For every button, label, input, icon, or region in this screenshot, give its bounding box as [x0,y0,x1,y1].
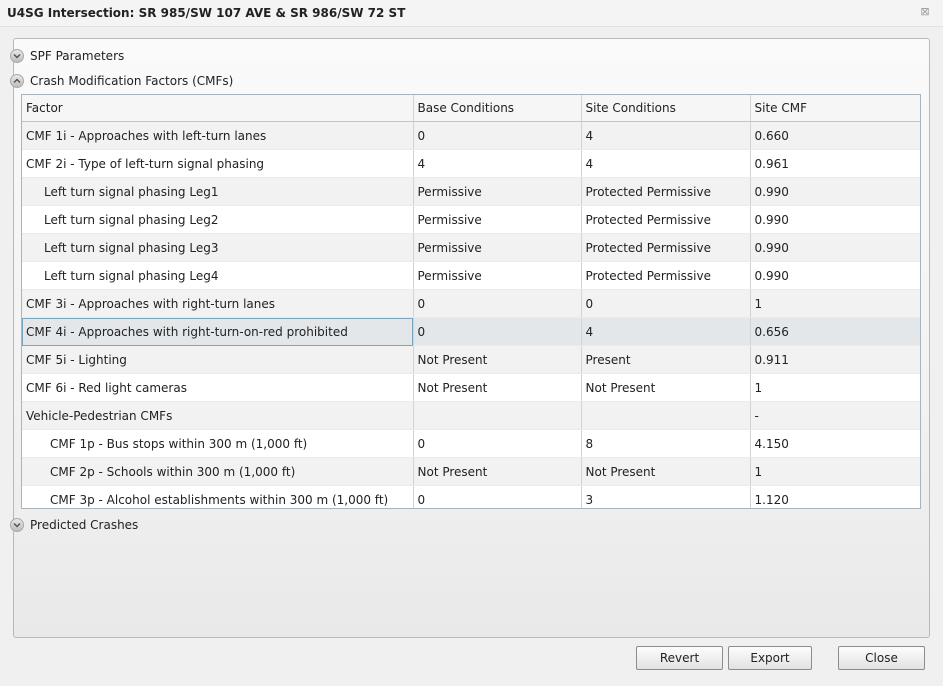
table-row[interactable]: CMF 2i - Type of left-turn signal phasin… [22,149,920,178]
cell-site-cmf[interactable]: 1 [750,457,920,486]
cell-base-conditions[interactable]: 0 [413,289,582,318]
table-row[interactable]: Left turn signal phasing Leg1 Permissive P… [22,177,920,206]
chevron-down-icon [10,518,24,532]
cell-base-conditions[interactable]: Not Present [413,345,582,374]
cell-site-conditions[interactable]: Protected Permissive [581,205,751,234]
cell-factor[interactable]: CMF 2i - Type of left-turn signal phasin… [22,149,414,178]
cell-base-conditions[interactable]: 0 [413,121,582,150]
cell-factor[interactable]: Left turn signal phasing Leg4 [22,261,414,290]
cell-site-cmf[interactable]: 0.911 [750,345,920,374]
table-row[interactable]: Left turn signal phasing Leg3 Permissive P… [22,233,920,262]
cell-factor[interactable]: Left turn signal phasing Leg2 [22,205,414,234]
cell-factor[interactable]: Vehicle-Pedestrian CMFs [22,401,414,430]
cell-factor[interactable]: CMF 3i - Approaches with right-turn lane… [22,289,414,318]
cell-site-cmf[interactable]: 0.656 [750,317,920,346]
cell-factor[interactable]: CMF 4i - Approaches with right-turn-on-r… [22,317,414,346]
cell-site-cmf[interactable]: 0.990 [750,177,920,206]
cell-base-conditions[interactable]: Permissive [413,233,582,262]
cell-site-cmf[interactable]: - [750,401,920,430]
table-row[interactable]: CMF 1i - Approaches with left-turn lanes… [22,121,920,150]
cell-site-conditions[interactable]: Present [581,345,751,374]
cell-site-conditions[interactable]: 4 [581,149,751,178]
section-spf-parameters[interactable]: SPF Parameters [10,46,124,66]
section-label: SPF Parameters [30,49,125,63]
cell-site-conditions[interactable]: 8 [581,429,751,458]
cell-site-conditions[interactable]: Not Present [581,373,751,402]
cell-site-conditions[interactable]: Protected Permissive [581,233,751,262]
chevron-up-icon [10,74,24,88]
table-row[interactable]: CMF 3i - Approaches with right-turn lane… [22,289,920,318]
cmf-table[interactable]: Factor Base Conditions Site Conditions S… [21,94,921,509]
table-row[interactable]: Left turn signal phasing Leg2 Permissive P… [22,205,920,234]
table-row[interactable]: CMF 1p - Bus stops within 300 m (1,000 f… [22,429,920,458]
cell-site-cmf[interactable]: 0.990 [750,205,920,234]
cell-factor[interactable]: Left turn signal phasing Leg3 [22,233,414,262]
cell-base-conditions[interactable]: Permissive [413,261,582,290]
cell-base-conditions[interactable]: 0 [413,429,582,458]
cell-site-cmf[interactable]: 0.990 [750,233,920,262]
cell-site-conditions[interactable]: 0 [581,289,751,318]
cell-site-conditions[interactable]: Protected Permissive [581,261,751,290]
cell-site-cmf[interactable]: 1.120 [750,485,920,508]
cell-site-conditions[interactable] [581,401,751,430]
table-row[interactable]: CMF 4i - Approaches with right-turn-on-r… [22,317,920,346]
column-header-factor[interactable]: Factor [22,95,414,122]
cell-base-conditions[interactable]: Permissive [413,177,582,206]
cell-factor[interactable]: CMF 1p - Bus stops within 300 m (1,000 f… [22,429,414,458]
section-predicted-crashes[interactable]: Predicted Crashes [10,515,138,535]
table-row[interactable]: CMF 6i - Red light cameras Not Present Not… [22,373,920,402]
section-label: Crash Modification Factors (CMFs) [30,74,234,88]
column-header-base-conditions[interactable]: Base Conditions [413,95,582,122]
cell-factor[interactable]: CMF 1i - Approaches with left-turn lanes [22,121,414,150]
cell-base-conditions[interactable]: 4 [413,149,582,178]
revert-button[interactable]: Revert [636,646,723,670]
cell-base-conditions[interactable]: Not Present [413,457,582,486]
table-row[interactable]: CMF 2p - Schools within 300 m (1,000 ft)… [22,457,920,486]
cell-site-cmf[interactable]: 0.961 [750,149,920,178]
column-header-site-conditions[interactable]: Site Conditions [581,95,751,122]
cell-factor[interactable]: CMF 2p - Schools within 300 m (1,000 ft) [22,457,414,486]
chevron-down-icon [10,49,24,63]
cell-factor[interactable]: CMF 5i - Lighting [22,345,414,374]
cell-base-conditions[interactable] [413,401,582,430]
cell-site-conditions[interactable]: Not Present [581,457,751,486]
close-button[interactable]: Close [838,646,925,670]
cell-base-conditions[interactable]: Permissive [413,205,582,234]
cell-site-conditions[interactable]: 3 [581,485,751,508]
cell-site-cmf[interactable]: 0.660 [750,121,920,150]
cell-base-conditions[interactable]: Not Present [413,373,582,402]
cell-site-cmf[interactable]: 1 [750,289,920,318]
table-header-row: Factor Base Conditions Site Conditions S… [22,95,920,122]
cell-factor[interactable]: CMF 3p - Alcohol establishments within 3… [22,485,414,508]
cell-site-conditions[interactable]: 4 [581,317,751,346]
column-header-site-cmf[interactable]: Site CMF [750,95,920,122]
cell-site-conditions[interactable]: Protected Permissive [581,177,751,206]
table-row[interactable]: CMF 3p - Alcohol establishments within 3… [22,485,920,508]
table-row[interactable]: Vehicle-Pedestrian CMFs - [22,401,920,430]
cell-site-cmf[interactable]: 1 [750,373,920,402]
table-row[interactable]: CMF 5i - Lighting Not Present Present 0.911 [22,345,920,374]
cell-factor[interactable]: Left turn signal phasing Leg1 [22,177,414,206]
window-title: U4SG Intersection: SR 985/SW 107 AVE & S… [7,6,406,20]
cell-base-conditions[interactable]: 0 [413,485,582,508]
cell-site-conditions[interactable]: 4 [581,121,751,150]
section-label: Predicted Crashes [30,518,139,532]
cell-site-cmf[interactable]: 4.150 [750,429,920,458]
cell-base-conditions[interactable]: 0 [413,317,582,346]
window-close-icon[interactable]: ⊠ [919,6,931,18]
cell-factor[interactable]: CMF 6i - Red light cameras [22,373,414,402]
window-titlebar: U4SG Intersection: SR 985/SW 107 AVE & S… [0,0,943,27]
export-button[interactable]: Export [728,646,812,670]
cell-site-cmf[interactable]: 0.990 [750,261,920,290]
table-row[interactable]: Left turn signal phasing Leg4 Permissive P… [22,261,920,290]
section-crash-modification-factors[interactable]: Crash Modification Factors (CMFs) [10,71,233,91]
